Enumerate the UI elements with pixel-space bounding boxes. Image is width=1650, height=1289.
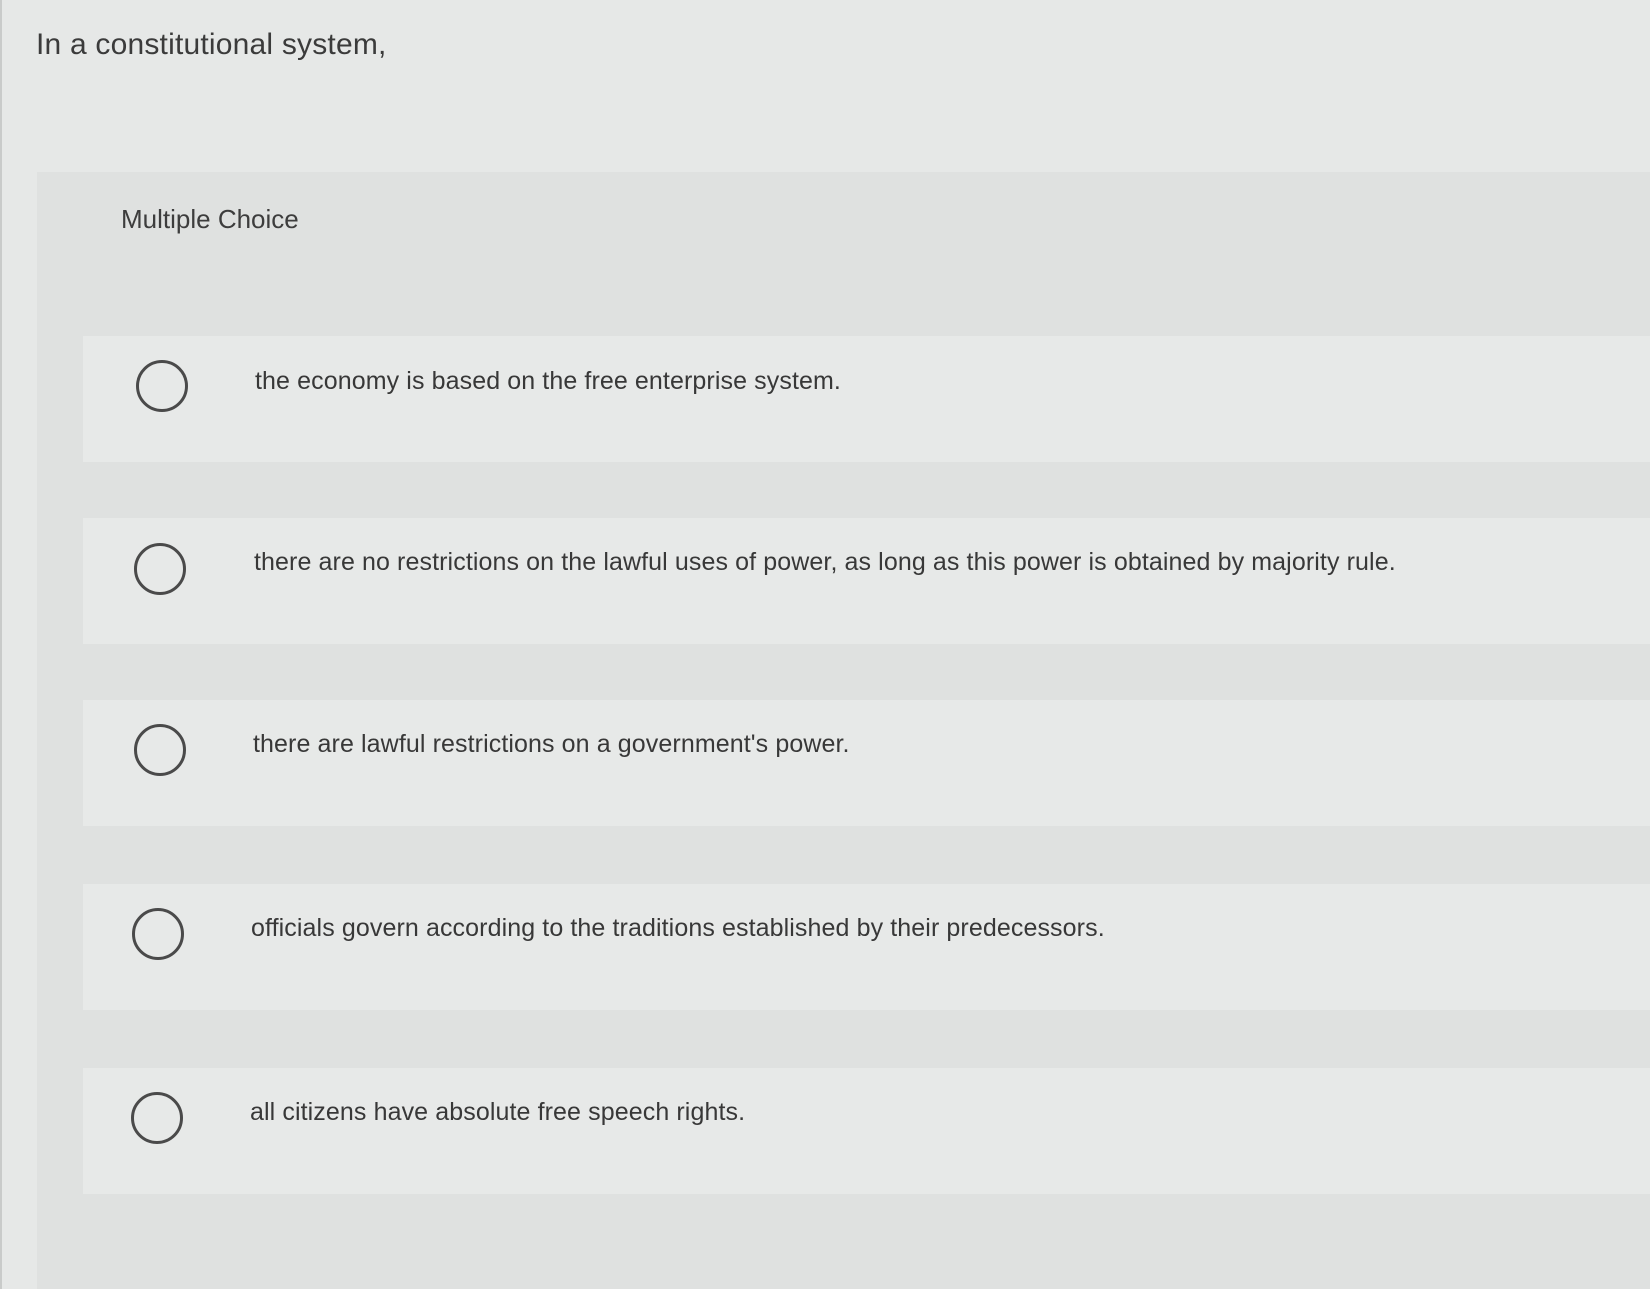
answer-option-a[interactable]: the economy is based on the free enterpr… bbox=[83, 336, 1650, 462]
answer-option-c[interactable]: there are lawful restrictions on a gover… bbox=[83, 700, 1650, 826]
answer-option-d-label: officials govern according to the tradit… bbox=[251, 914, 1105, 942]
answer-option-b-label: there are no restrictions on the lawful … bbox=[254, 548, 1396, 576]
radio-button-c[interactable] bbox=[134, 724, 186, 776]
radio-button-b[interactable] bbox=[134, 543, 186, 595]
answer-option-d[interactable]: officials govern according to the tradit… bbox=[83, 884, 1650, 1010]
answer-panel: Multiple Choice the economy is based on … bbox=[37, 172, 1650, 1289]
answer-option-e-label: all citizens have absolute free speech r… bbox=[250, 1098, 746, 1126]
window-left-edge bbox=[0, 0, 2, 1289]
answer-option-b[interactable]: there are no restrictions on the lawful … bbox=[83, 518, 1650, 644]
question-prompt: In a constitutional system, bbox=[36, 28, 387, 61]
question-type-label: Multiple Choice bbox=[121, 204, 299, 234]
answer-option-a-label: the economy is based on the free enterpr… bbox=[255, 367, 841, 395]
answer-option-e[interactable]: all citizens have absolute free speech r… bbox=[83, 1068, 1650, 1194]
radio-button-a[interactable] bbox=[136, 360, 188, 412]
answer-option-c-label: there are lawful restrictions on a gover… bbox=[253, 730, 850, 758]
radio-button-e[interactable] bbox=[131, 1092, 183, 1144]
radio-button-d[interactable] bbox=[132, 908, 184, 960]
